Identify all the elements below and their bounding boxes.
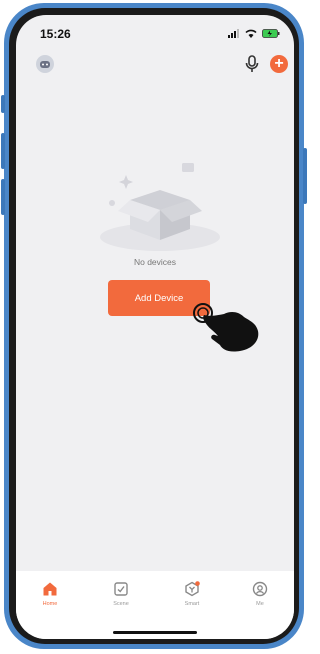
power-button	[303, 148, 307, 204]
screen: 15:26 + No devices Add Device Home Scene…	[16, 15, 294, 639]
robot-icon	[40, 61, 50, 68]
tab-smart[interactable]: Smart	[170, 581, 214, 607]
scene-icon	[114, 582, 128, 596]
voice-button[interactable]	[242, 53, 262, 75]
tap-hand-icon	[193, 303, 259, 352]
profile-icon	[252, 581, 268, 597]
volume-down-button	[1, 179, 5, 215]
side-button	[1, 95, 5, 113]
tab-me[interactable]: Me	[238, 581, 282, 607]
status-time: 15:26	[40, 27, 71, 41]
empty-box-illustration	[90, 155, 220, 255]
tab-scene-label: Scene	[113, 601, 129, 607]
tab-smart-label: Smart	[184, 601, 200, 607]
tab-me-label: Me	[256, 601, 264, 607]
home-indicator[interactable]	[113, 631, 197, 634]
tab-scene[interactable]: Scene	[99, 581, 143, 607]
status-bar: 15:26	[16, 15, 294, 55]
status-icons	[228, 29, 280, 38]
volume-up-button	[1, 133, 5, 169]
wifi-icon	[245, 29, 257, 38]
add-button[interactable]: +	[270, 55, 288, 73]
smart-icon	[185, 581, 200, 597]
avatar[interactable]	[36, 55, 54, 73]
empty-box-icon	[100, 163, 220, 251]
home-icon	[43, 582, 57, 596]
signal-icon	[228, 29, 239, 38]
tab-home-label: Home	[42, 601, 58, 607]
battery-icon	[262, 29, 280, 38]
tab-home[interactable]: Home	[28, 581, 72, 607]
empty-state-text: No devices	[133, 257, 177, 267]
microphone-icon	[245, 55, 259, 72]
bottom-tab-bar: Home Scene Smart Me	[16, 571, 294, 639]
pointing-hand-cursor	[192, 301, 264, 357]
plus-icon: +	[274, 55, 284, 72]
